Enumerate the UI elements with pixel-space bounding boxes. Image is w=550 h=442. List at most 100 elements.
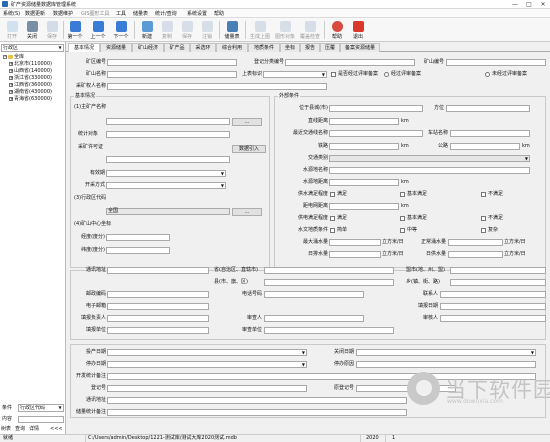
tree-node-zhejiang[interactable]: +浙江省(330000) <box>9 75 52 82</box>
tree-node-hunan[interactable]: +湖南省(430000) <box>9 89 52 96</box>
water-satisfy-checkbox[interactable] <box>330 192 335 197</box>
review-unit-input[interactable] <box>264 327 394 334</box>
map-up-button[interactable]: 生成上图 <box>248 19 272 41</box>
expand-icon[interactable]: + <box>9 96 13 101</box>
stop-date-select[interactable]: ▼ <box>107 361 307 368</box>
water-source-input[interactable] <box>329 167 530 174</box>
next-record-button[interactable]: 下一个 <box>111 19 131 41</box>
graphic-object-button[interactable]: 图形对象 <box>273 19 297 41</box>
main-mineral-input[interactable] <box>106 118 230 125</box>
close-button[interactable]: 关闭 <box>22 19 42 41</box>
tab-report[interactable]: 报告 <box>300 43 320 52</box>
reviewer2-input[interactable] <box>440 315 546 322</box>
contact-input[interactable] <box>440 291 546 298</box>
hydro-simple-checkbox[interactable] <box>330 228 335 233</box>
menu-data-update[interactable]: 数据更新 <box>25 10 45 17</box>
collapse-icon[interactable]: − <box>3 54 7 59</box>
contact-address-input[interactable] <box>107 397 407 404</box>
address-input[interactable] <box>107 267 209 274</box>
distance-input[interactable] <box>329 118 399 125</box>
nearest-station-input[interactable] <box>329 130 423 137</box>
water-not-satisfy-checkbox[interactable] <box>481 192 486 197</box>
station-name-input[interactable] <box>450 130 530 137</box>
tab-comprehensive-use[interactable]: 综合利用 <box>216 43 248 52</box>
save-record-button[interactable]: 保存 <box>177 19 197 41</box>
tree-filter-select[interactable]: 行政区 ▼ <box>1 44 64 52</box>
overlap-check-button[interactable]: 覆盖检查 <box>298 19 322 41</box>
not-reviewed-radio[interactable] <box>485 72 490 77</box>
menu-tools[interactable]: 工具 <box>116 10 126 17</box>
close-window-button[interactable]: ✕ <box>536 0 550 9</box>
postal-input[interactable] <box>107 291 209 298</box>
transport-type-select[interactable]: ▼ <box>329 155 530 162</box>
new-button[interactable]: 新建 <box>137 19 157 41</box>
first-record-button[interactable]: 第一个 <box>65 19 85 41</box>
superior-select[interactable]: ▼ <box>263 71 327 78</box>
menu-reserve-table[interactable]: 储量表 <box>133 10 148 17</box>
menu-stat-query[interactable]: 统计/查询 <box>155 10 177 17</box>
power-satisfy-checkbox[interactable] <box>330 216 335 221</box>
reviewed-radio[interactable] <box>384 72 389 77</box>
hydro-complex-checkbox[interactable] <box>481 228 486 233</box>
water-distance-input[interactable] <box>329 179 399 186</box>
import-data-button[interactable]: 数据引入 <box>232 145 266 153</box>
mine-no-input[interactable] <box>446 59 546 66</box>
admin-code-browse-button[interactable]: ... <box>232 208 262 216</box>
fill-unit-input[interactable] <box>107 327 209 334</box>
expand-icon[interactable]: + <box>9 75 13 80</box>
admin-code-select[interactable]: 全国 <box>106 208 230 215</box>
tree-node-qinghai[interactable]: +青海省(630000) <box>9 96 52 103</box>
email-input[interactable] <box>107 303 209 310</box>
copy-button[interactable]: 复制 <box>157 19 177 41</box>
normal-inflow-input[interactable] <box>448 239 503 246</box>
mining-license-input[interactable] <box>106 156 230 163</box>
tab-detail[interactable]: 详情 <box>29 426 39 433</box>
max-inflow-input[interactable] <box>329 239 381 246</box>
main-mineral-browse-button[interactable]: ... <box>232 118 262 126</box>
tab-resource-reserve[interactable]: 资源储量 <box>100 43 132 52</box>
county-input[interactable] <box>264 279 394 286</box>
expand-icon[interactable]: + <box>9 68 13 73</box>
tab-basic-info[interactable]: 基本情况 <box>68 43 100 52</box>
reviewer-input[interactable] <box>264 315 364 322</box>
menu-data-maintain[interactable]: 数据维护 <box>53 10 73 17</box>
highway-input[interactable] <box>450 143 520 150</box>
help-button[interactable]: 帮助 <box>327 19 347 41</box>
stop-reason-input[interactable] <box>356 361 536 368</box>
cancel-record-button[interactable]: 注销 <box>197 19 217 41</box>
tab-overlay[interactable]: 压覆 <box>320 43 340 52</box>
tree-node-jiangxi[interactable]: +江西省(360000) <box>9 82 52 89</box>
mine-code-input[interactable] <box>107 59 237 66</box>
town-input[interactable] <box>450 279 546 286</box>
phone-input[interactable] <box>264 291 364 298</box>
power-distance-input[interactable] <box>329 203 399 210</box>
power-basic-satisfy-checkbox[interactable] <box>400 216 405 221</box>
tab-filed-reserve[interactable]: 备案资源储量 <box>340 43 380 52</box>
province-input[interactable] <box>264 267 394 274</box>
menu-help[interactable]: 帮助 <box>214 10 224 17</box>
tab-coordinates[interactable]: 坐标 <box>280 43 300 52</box>
latitude-input[interactable] <box>106 247 170 254</box>
expand-icon[interactable]: + <box>9 89 13 94</box>
stat-object-input[interactable] <box>106 131 230 138</box>
tab-mining-processing[interactable]: 采选环 <box>190 43 216 52</box>
location-input[interactable] <box>329 105 423 112</box>
content-input[interactable] <box>18 416 64 423</box>
prev-record-button[interactable]: 上一个 <box>88 19 108 41</box>
exit-button[interactable]: 退出 <box>348 19 368 41</box>
close-date-select[interactable]: ▼ <box>356 349 536 356</box>
expiry-select[interactable]: ▼ <box>106 170 226 177</box>
tab-geology[interactable]: 地质条件 <box>248 43 280 52</box>
expand-icon[interactable]: + <box>9 82 13 87</box>
mining-type-select[interactable]: ▼ <box>106 182 226 189</box>
fill-person-input[interactable] <box>107 315 209 322</box>
tab-mine-economy[interactable]: 矿山经济 <box>132 43 164 52</box>
open-button[interactable]: 打开 <box>2 19 22 41</box>
reg-no-input[interactable] <box>107 385 307 392</box>
reserve-notes-input[interactable] <box>107 409 407 416</box>
tab-mineral-product[interactable]: 矿产品 <box>164 43 190 52</box>
owner-input[interactable] <box>107 83 327 90</box>
direction-input[interactable] <box>446 105 530 112</box>
hydro-medium-checkbox[interactable] <box>400 228 405 233</box>
menu-settings[interactable]: 系统设置 <box>187 10 207 17</box>
